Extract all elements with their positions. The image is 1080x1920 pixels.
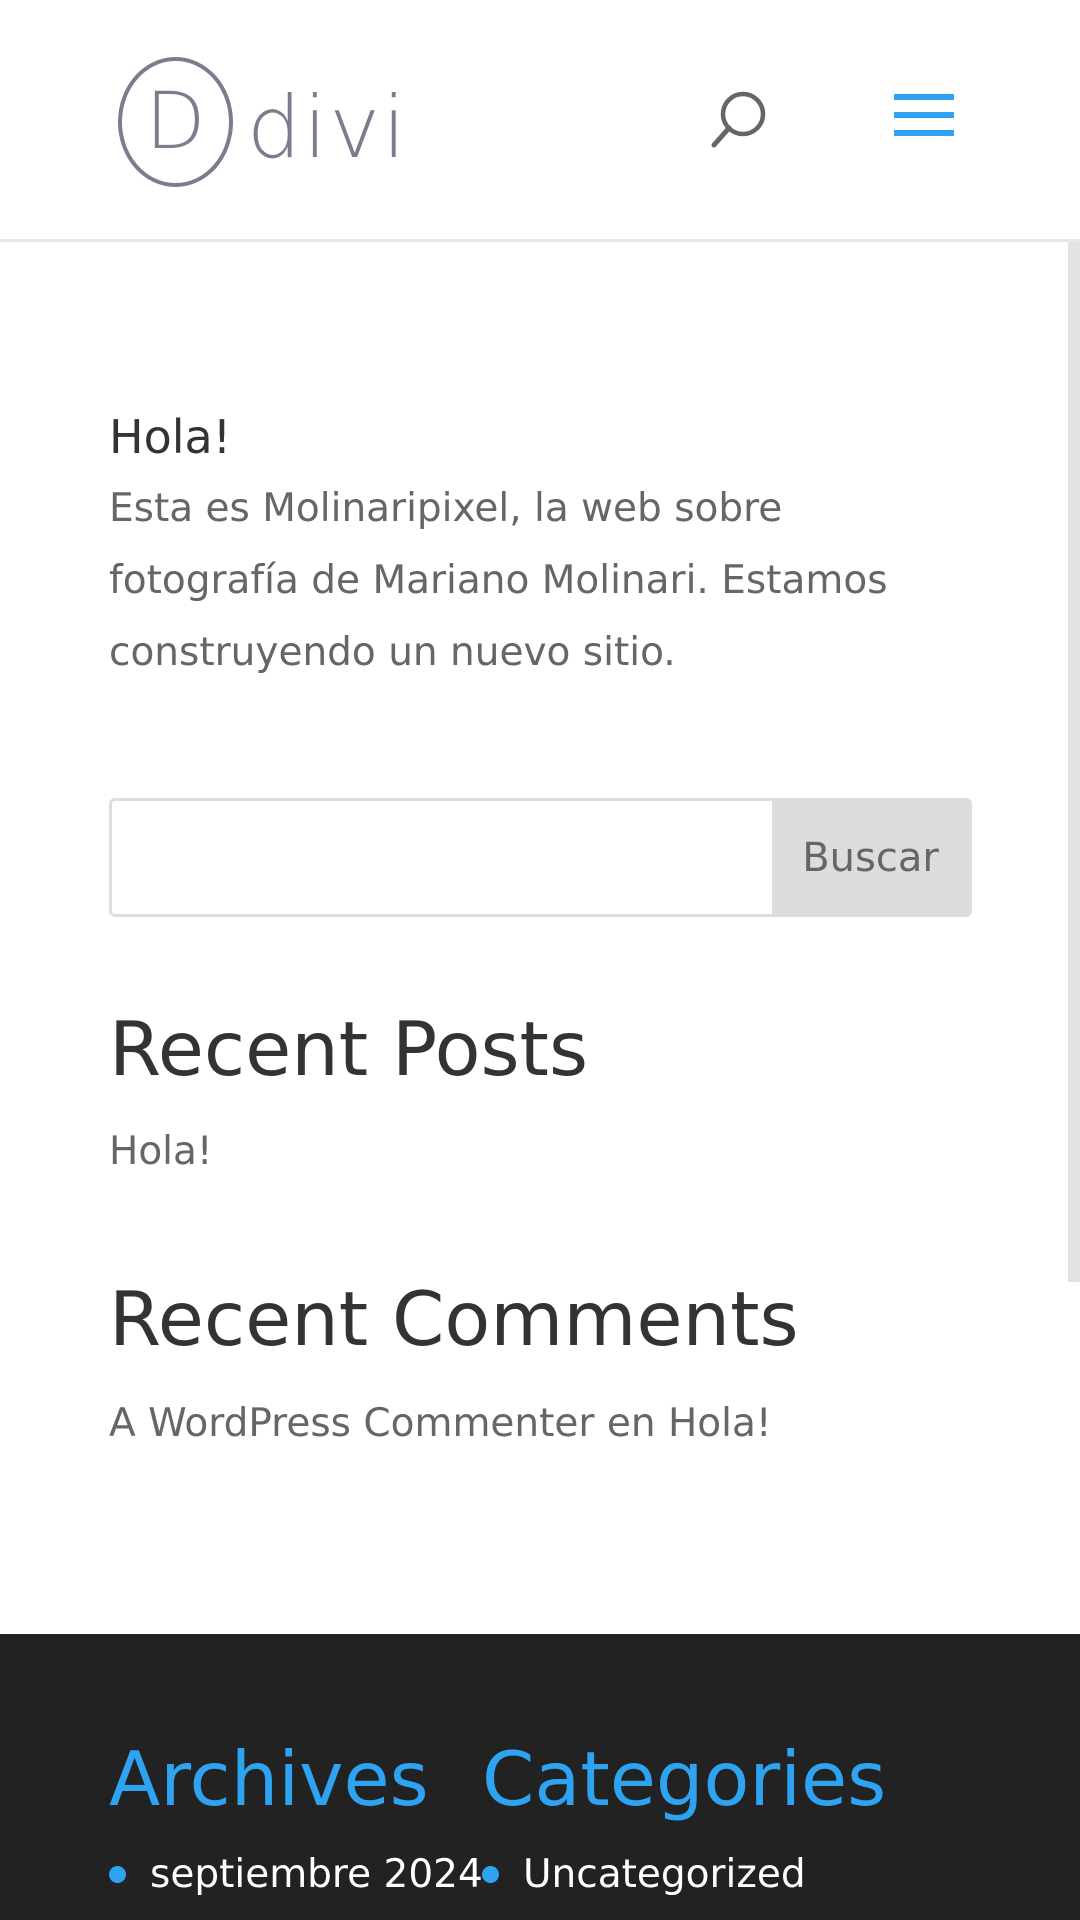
recent-comments-title: Recent Comments	[109, 1275, 799, 1363]
post-title: Hola!	[109, 410, 232, 464]
recent-post-link[interactable]: Hola!	[109, 1132, 213, 1171]
comment-connector: en	[594, 1401, 668, 1446]
recent-posts-title: Recent Posts	[109, 1005, 589, 1093]
site-header: D divi	[0, 0, 1080, 242]
search-input[interactable]	[112, 801, 772, 914]
mobile-menu-button[interactable]	[892, 90, 956, 142]
archives-title: Archives	[109, 1735, 429, 1823]
logo-mark: D	[118, 57, 233, 187]
comment-author-link[interactable]: A WordPress Commenter	[109, 1401, 594, 1446]
categories-list: Uncategorized	[482, 1855, 886, 1894]
site-logo[interactable]: D divi	[118, 56, 408, 188]
comment-post-link[interactable]: Hola!	[668, 1401, 772, 1446]
search-submit-button[interactable]: Buscar	[772, 801, 969, 914]
bullet-icon	[109, 1866, 126, 1883]
archives-list: septiembre 2024	[109, 1855, 483, 1894]
bullet-icon	[482, 1866, 499, 1883]
search-icon	[711, 91, 766, 148]
archive-link[interactable]: septiembre 2024	[150, 1852, 483, 1897]
post-excerpt: Hola! Esta es Molinaripixel, la web sobr…	[109, 410, 969, 689]
list-item: septiembre 2024	[109, 1855, 483, 1894]
hamburger-menu-icon	[894, 94, 954, 136]
list-item: Uncategorized	[482, 1855, 886, 1894]
post-text: Esta es Molinaripixel, la web sobre foto…	[109, 486, 888, 676]
logo-wordmark: divi	[246, 78, 408, 178]
page-scrollbar[interactable]	[1068, 242, 1080, 1282]
categories-widget: Categories Uncategorized	[482, 1742, 886, 1894]
page: D divi Hola! Esta es Molinaripixel, la w…	[0, 0, 1080, 1920]
search-widget: Buscar	[109, 798, 972, 917]
archives-widget: Archives septiembre 2024	[109, 1742, 483, 1894]
header-search-button[interactable]	[710, 88, 770, 150]
categories-title: Categories	[482, 1735, 887, 1823]
category-link[interactable]: Uncategorized	[523, 1852, 806, 1897]
recent-comment-item: A WordPress Commenter en Hola!	[109, 1404, 772, 1443]
